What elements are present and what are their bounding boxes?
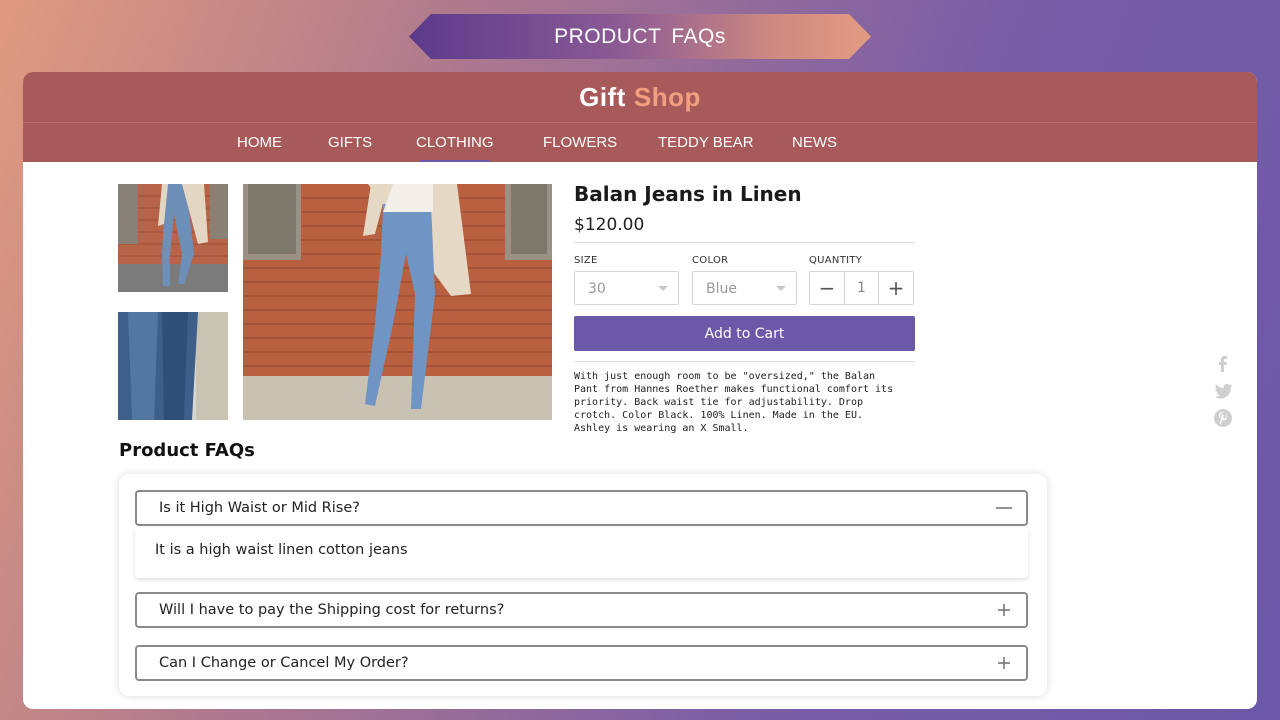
pinterest-icon[interactable] xyxy=(1213,408,1233,428)
site-header: Gift Shop HOME GIFTS CLOTHING FLOWERS TE… xyxy=(23,72,1257,162)
color-label: COLOR xyxy=(692,255,729,266)
faq-answer: It is a high waist linen cotton jeans xyxy=(135,528,1028,578)
add-to-cart-button[interactable]: Add to Cart xyxy=(574,316,915,351)
color-value: Blue xyxy=(706,281,737,297)
shop-window: Gift Shop HOME GIFTS CLOTHING FLOWERS TE… xyxy=(23,72,1257,709)
brand-logo[interactable]: Gift Shop xyxy=(23,72,1257,122)
faq-question-1[interactable]: Is it High Waist or Mid Rise? xyxy=(135,490,1028,526)
main-nav: HOME GIFTS CLOTHING FLOWERS TEDDY BEAR N… xyxy=(23,122,1257,162)
faq-question-text: Can I Change or Cancel My Order? xyxy=(159,655,409,671)
product-main-image[interactable] xyxy=(243,184,552,420)
faq-question-text: Will I have to pay the Shipping cost for… xyxy=(159,602,505,618)
facebook-icon[interactable] xyxy=(1213,353,1233,373)
product-description: With just enough room to be "oversized,"… xyxy=(574,371,894,434)
nav-item-home[interactable]: HOME xyxy=(237,123,282,163)
brand-word-gift: Gift xyxy=(579,81,626,112)
product-thumbnail-1[interactable] xyxy=(118,184,228,292)
minus-icon[interactable] xyxy=(994,498,1014,518)
divider xyxy=(574,242,915,243)
quantity-stepper: − 1 + xyxy=(809,271,914,305)
product-title: Balan Jeans in Linen xyxy=(574,182,802,206)
color-select[interactable]: Blue xyxy=(692,271,797,305)
decrease-quantity-button[interactable]: − xyxy=(810,272,844,304)
page-banner: PRODUCT FAQs xyxy=(409,14,871,59)
nav-item-gifts[interactable]: GIFTS xyxy=(328,123,372,163)
chevron-down-icon xyxy=(658,286,668,291)
faq-question-text: Is it High Waist or Mid Rise? xyxy=(159,500,360,516)
plus-icon[interactable] xyxy=(994,653,1014,673)
product-price: $120.00 xyxy=(574,215,645,235)
quantity-label: QUANTITY xyxy=(809,255,863,266)
size-label: SIZE xyxy=(574,255,598,266)
increase-quantity-button[interactable]: + xyxy=(879,272,913,304)
faq-question-3[interactable]: Can I Change or Cancel My Order? xyxy=(135,645,1028,681)
faq-question-2[interactable]: Will I have to pay the Shipping cost for… xyxy=(135,592,1028,628)
size-value: 30 xyxy=(588,281,606,297)
plus-icon[interactable] xyxy=(994,600,1014,620)
faq-panel: It is a high waist linen cotton jeans Is… xyxy=(119,474,1047,696)
product-thumbnail-2[interactable] xyxy=(118,312,228,420)
brand-word-shop: Shop xyxy=(633,81,701,112)
chevron-down-icon xyxy=(776,286,786,291)
nav-item-clothing[interactable]: CLOTHING xyxy=(416,123,494,163)
divider xyxy=(574,361,915,362)
faq-heading: Product FAQs xyxy=(119,440,255,461)
faq-answer-text: It is a high waist linen cotton jeans xyxy=(155,542,408,558)
size-select[interactable]: 30 xyxy=(574,271,679,305)
banner-title: PRODUCT FAQs xyxy=(554,24,726,48)
nav-item-flowers[interactable]: FLOWERS xyxy=(543,123,617,163)
nav-item-news[interactable]: NEWS xyxy=(792,123,837,163)
nav-item-teddy-bear[interactable]: TEDDY BEAR xyxy=(658,123,754,163)
twitter-icon[interactable] xyxy=(1213,381,1233,401)
quantity-value[interactable]: 1 xyxy=(844,272,879,304)
